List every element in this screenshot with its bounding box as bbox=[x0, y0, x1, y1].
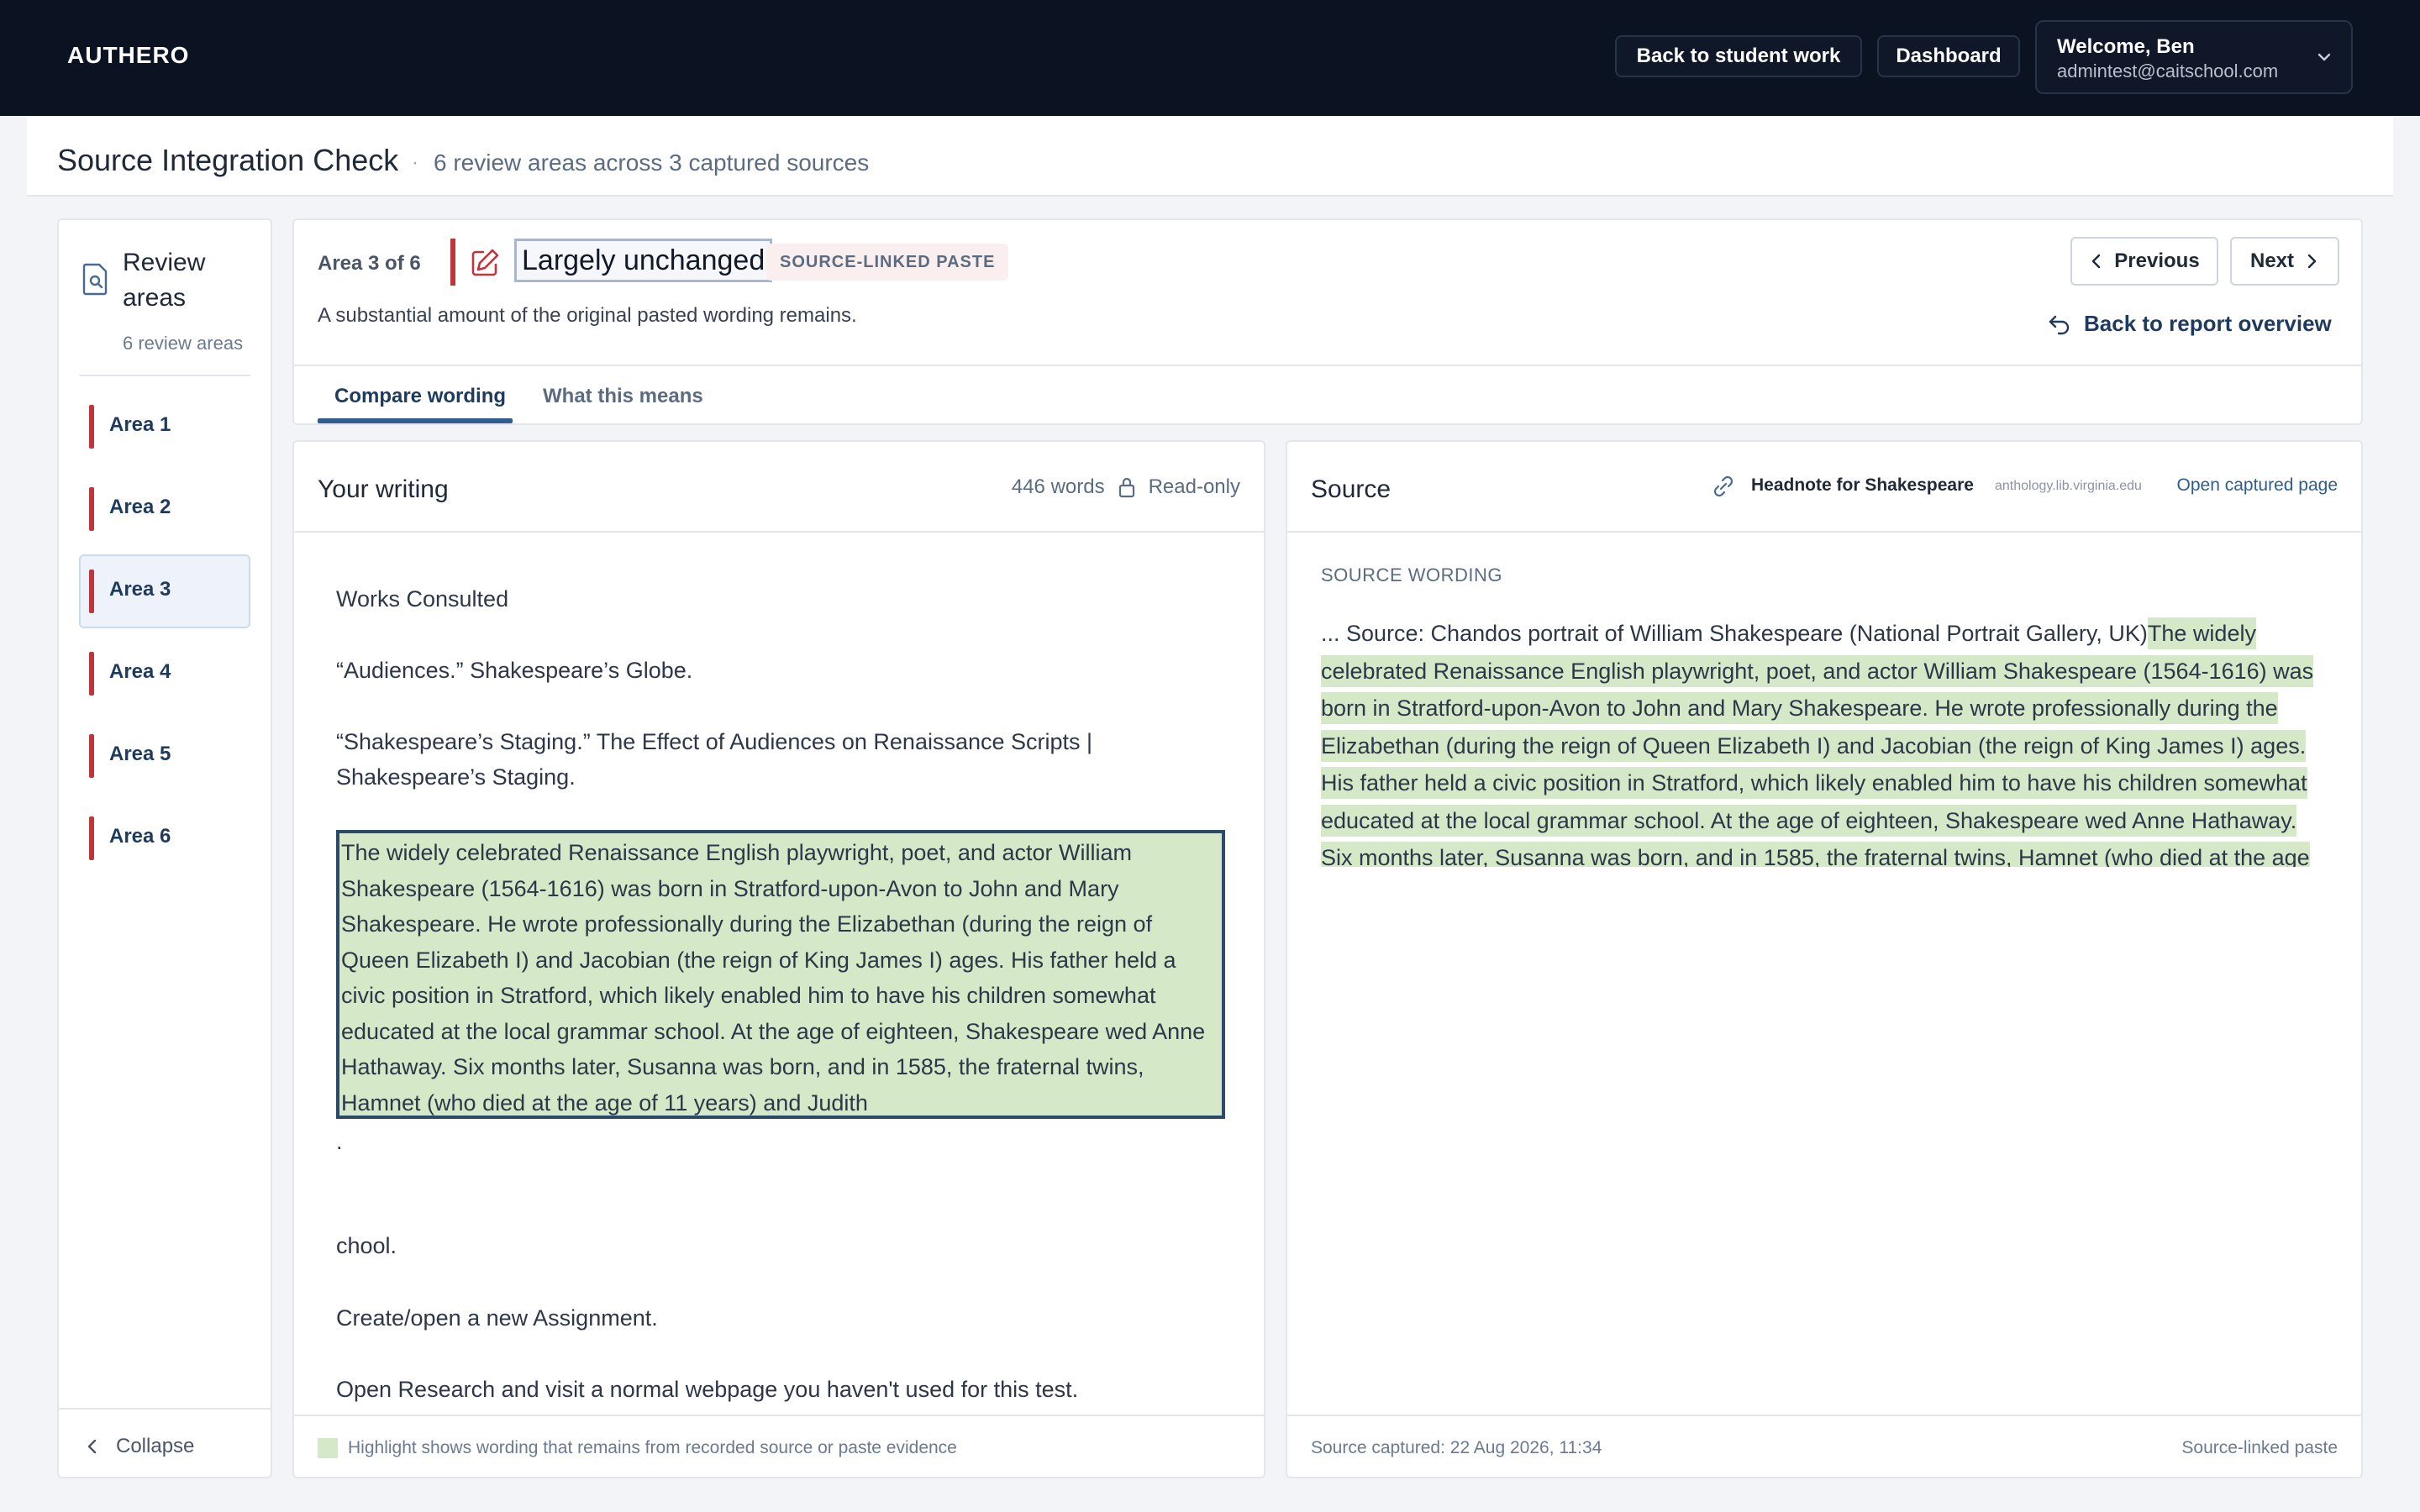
source-panel: Source Headnote for Shakespeare antholog… bbox=[1286, 440, 2363, 1478]
divider bbox=[294, 531, 1264, 533]
source-type: Source-linked paste bbox=[2181, 1438, 2338, 1457]
previous-button[interactable]: Previous bbox=[2070, 237, 2218, 286]
divider bbox=[1287, 531, 2361, 533]
read-only-label: Read-only bbox=[1148, 475, 1240, 498]
paragraph: Create/open a new Assignment. bbox=[336, 1305, 658, 1331]
source-prefix: ... Source: Chandos portrait of William … bbox=[1321, 621, 2148, 646]
severity-marker bbox=[89, 405, 94, 449]
back-to-report-link[interactable]: Back to report overview bbox=[2047, 311, 2332, 337]
severity-marker bbox=[89, 487, 94, 531]
word-count: 446 words bbox=[1011, 475, 1105, 498]
sidebar-item-label: Area 2 bbox=[109, 496, 171, 518]
source-wording: ... Source: Chandos portrait of William … bbox=[1321, 615, 2333, 867]
sidebar-item-label: Area 3 bbox=[109, 578, 171, 601]
your-writing-panel: Your writing 446 words Read-only Works C… bbox=[292, 440, 1265, 1478]
sidebar-item-area-1[interactable]: Area 1 bbox=[79, 390, 250, 464]
status-label: Largely unchanged bbox=[514, 239, 773, 282]
source-domain: anthology.lib.virginia.edu bbox=[1995, 479, 2142, 493]
severity-marker bbox=[89, 734, 94, 778]
page-subtitle: 6 review areas across 3 captured sources bbox=[434, 150, 870, 176]
severity-marker bbox=[89, 816, 94, 860]
title-separator: · bbox=[412, 151, 418, 174]
status-badge: SOURCE-LINKED PASTE bbox=[766, 244, 1009, 281]
top-bar: AUTHERO Back to student work Dashboard W… bbox=[0, 0, 2420, 116]
source-name: Headnote for Shakespeare bbox=[1751, 475, 1974, 495]
tab-what-this-means[interactable]: What this means bbox=[543, 385, 703, 408]
pencil-edit-icon bbox=[471, 249, 499, 276]
area-header: Area 3 of 6 Largely unchanged SOURCE-LIN… bbox=[292, 218, 2363, 425]
paragraph: chool. bbox=[336, 1233, 397, 1258]
back-to-report-label: Back to report overview bbox=[2084, 311, 2332, 336]
sidebar-item-area-6[interactable]: Area 6 bbox=[79, 801, 250, 875]
area-description: A substantial amount of the original pas… bbox=[318, 304, 857, 327]
document-search-icon bbox=[82, 263, 108, 296]
tab-compare-wording[interactable]: Compare wording bbox=[334, 385, 506, 408]
paragraph: Works Consulted bbox=[336, 586, 509, 612]
collapse-button[interactable]: Collapse bbox=[84, 1430, 252, 1463]
severity-marker bbox=[450, 239, 455, 286]
open-captured-page-link[interactable]: Open captured page bbox=[2177, 475, 2338, 496]
writing-meta: 446 words Read-only bbox=[1012, 475, 1240, 499]
sidebar-item-label: Area 1 bbox=[109, 413, 171, 436]
highlight-legend-swatch bbox=[318, 1438, 338, 1458]
link-icon bbox=[1713, 475, 1733, 497]
previous-label: Previous bbox=[2114, 249, 2200, 272]
brand-logo[interactable]: AUTHERO bbox=[67, 42, 189, 69]
undo-arrow-icon bbox=[2049, 315, 2070, 334]
divider bbox=[294, 365, 2361, 366]
review-areas-sidebar: Review areas 6 review areas Area 1 Area … bbox=[57, 218, 272, 1478]
sidebar-item-label: Area 4 bbox=[109, 660, 171, 683]
divider bbox=[59, 1408, 271, 1410]
back-to-student-work-button[interactable]: Back to student work bbox=[1615, 35, 1862, 77]
panel-title: Source bbox=[1311, 475, 1392, 503]
lock-icon bbox=[1118, 477, 1134, 498]
source-highlighted-text: The widely celebrated Renaissance Englis… bbox=[1321, 617, 2314, 867]
chevron-right-icon bbox=[2307, 254, 2317, 269]
user-email: admintest@caitschool.com bbox=[2057, 60, 2279, 81]
divider bbox=[79, 375, 250, 376]
collapse-label: Collapse bbox=[116, 1435, 195, 1457]
user-greeting: Welcome, Ben bbox=[2057, 35, 2195, 58]
panel-title: Your writing bbox=[318, 475, 449, 503]
highlight-legend: Highlight shows wording that remains fro… bbox=[348, 1438, 957, 1457]
sidebar-item-area-5[interactable]: Area 5 bbox=[79, 719, 250, 793]
paragraph: Open Research and visit a normal webpage… bbox=[336, 1377, 1079, 1402]
sidebar-item-label: Area 5 bbox=[109, 743, 171, 765]
sidebar-item-area-4[interactable]: Area 4 bbox=[79, 637, 250, 711]
divider bbox=[294, 1415, 1264, 1416]
paragraph: “Shakespeare’s Staging.” The Effect of A… bbox=[336, 729, 1093, 790]
chevron-left-icon bbox=[2092, 254, 2101, 269]
page-title: Source Integration Check bbox=[57, 143, 399, 177]
paragraph: “Audiences.” Shakespeare’s Globe. bbox=[336, 658, 693, 683]
active-tab-indicator bbox=[318, 418, 513, 423]
paragraph: . bbox=[336, 1129, 343, 1154]
dashboard-button[interactable]: Dashboard bbox=[1877, 35, 2020, 77]
next-label: Next bbox=[2249, 249, 2295, 272]
chevron-down-icon bbox=[2317, 53, 2331, 61]
sidebar-count: 6 review areas bbox=[123, 333, 244, 354]
area-counter: Area 3 of 6 bbox=[318, 252, 421, 275]
source-wording-label: SOURCE WORDING bbox=[1321, 564, 1502, 585]
sidebar-item-label: Area 6 bbox=[109, 825, 171, 848]
user-menu[interactable]: Welcome, Ben admintest@caitschool.com bbox=[2035, 20, 2353, 94]
sidebar-item-area-3[interactable]: Area 3 bbox=[79, 554, 250, 628]
source-captured-time: Source captured: 22 Aug 2026, 11:34 bbox=[1311, 1438, 1602, 1457]
divider bbox=[1287, 1415, 2361, 1416]
sidebar-title: Review areas bbox=[123, 249, 206, 312]
highlighted-passage[interactable]: The widely celebrated Renaissance Englis… bbox=[336, 830, 1225, 1119]
severity-marker bbox=[89, 570, 94, 613]
next-button[interactable]: Next bbox=[2230, 237, 2339, 286]
severity-marker bbox=[89, 652, 94, 696]
sidebar-item-area-2[interactable]: Area 2 bbox=[79, 472, 250, 546]
chevron-left-icon bbox=[87, 1439, 97, 1454]
